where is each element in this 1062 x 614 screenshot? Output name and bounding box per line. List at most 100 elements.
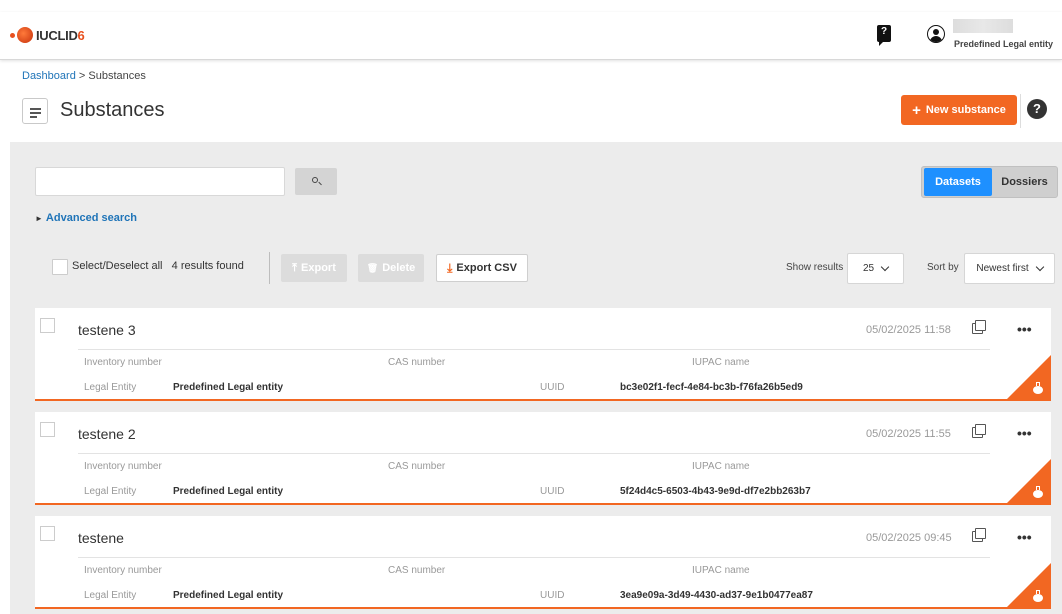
user-legal-entity: Predefined Legal entity — [954, 39, 1054, 49]
export-button[interactable]: ⤒ Export — [281, 254, 347, 282]
uuid-value: 3ea9e09a-3d49-4430-ad37-9e1b0477ea87 — [620, 590, 813, 601]
divider — [78, 349, 990, 350]
substance-type-corner — [1007, 563, 1051, 607]
legal-entity-value: Predefined Legal entity — [173, 382, 284, 393]
card-checkbox[interactable] — [40, 422, 55, 437]
show-results-label: Show results — [786, 262, 844, 273]
breadcrumb-dashboard-link[interactable]: Dashboard — [22, 70, 76, 82]
select-all-label: Select/Deselect all 4 results found — [72, 260, 244, 272]
more-options-icon[interactable]: ••• — [1017, 529, 1032, 545]
results-count: 4 results found — [171, 260, 244, 272]
iuclid-logo[interactable]: IUCLID 6 — [10, 21, 85, 49]
export-csv-button[interactable]: ⤓ Export CSV — [436, 254, 528, 282]
substance-card[interactable]: testene 2 05/02/2025 11:55 ••• Inventory… — [35, 412, 1051, 505]
open-in-new-icon[interactable] — [972, 320, 986, 334]
uuid-label: UUID — [540, 382, 565, 393]
delete-button[interactable]: 🗑 Delete — [358, 254, 424, 282]
substance-date: 05/02/2025 11:55 — [866, 428, 951, 440]
iupac-name-label: IUPAC name — [692, 357, 750, 368]
breadcrumb-current: Substances — [88, 70, 146, 82]
sort-by-select[interactable]: Newest first — [964, 253, 1055, 284]
substance-card[interactable]: testene 05/02/2025 09:45 ••• Inventory n… — [35, 516, 1051, 609]
export-csv-label: Export CSV — [456, 262, 517, 274]
menu-line — [30, 108, 41, 110]
inventory-number-label: Inventory number — [84, 461, 162, 472]
more-options-icon[interactable]: ••• — [1017, 425, 1032, 441]
substance-name[interactable]: testene — [78, 530, 124, 546]
user-avatar-head — [933, 29, 939, 35]
substance-type-corner — [1007, 459, 1051, 503]
trash-icon: 🗑 — [366, 262, 379, 273]
flask-icon — [1033, 486, 1043, 498]
advanced-search-link[interactable]: ► Advanced search — [35, 212, 137, 224]
search-input[interactable] — [35, 167, 285, 196]
new-substance-label: New substance — [925, 104, 1006, 116]
cas-number-label: CAS number — [388, 357, 446, 368]
legal-entity-value: Predefined Legal entity — [173, 590, 284, 601]
inventory-number-label: Inventory number — [84, 565, 162, 576]
divider — [269, 252, 270, 284]
top-bar: IUCLID 6 ? Predefined Legal entity — [0, 12, 1062, 60]
show-results-select[interactable]: 25 — [847, 253, 904, 284]
delete-label: Delete — [382, 262, 416, 274]
more-options-icon[interactable]: ••• — [1017, 321, 1032, 337]
select-all-text[interactable]: Select/Deselect all — [72, 260, 163, 272]
inventory-number-label: Inventory number — [84, 357, 162, 368]
substance-card[interactable]: testene 3 05/02/2025 11:58 ••• Inventory… — [35, 308, 1051, 401]
legal-entity-label: Legal Entity — [84, 382, 137, 393]
uuid-label: UUID — [540, 590, 565, 601]
help-chat-icon[interactable]: ? — [877, 25, 891, 46]
sort-by-label: Sort by — [927, 262, 959, 273]
logo-brand-text: IUCLID — [36, 27, 78, 43]
logo-brand-version: 6 — [77, 27, 85, 43]
iupac-name-label: IUPAC name — [692, 461, 750, 472]
help-icon[interactable]: ? — [1027, 99, 1047, 119]
user-name-redacted — [953, 19, 1013, 33]
legal-entity-label: Legal Entity — [84, 590, 137, 601]
breadcrumb-separator: > — [75, 70, 89, 82]
select-all-checkbox[interactable] — [52, 259, 68, 275]
legal-entity-label: Legal Entity — [84, 486, 137, 497]
substance-type-corner — [1007, 355, 1051, 399]
logo-dot-small — [10, 32, 15, 38]
uuid-value: bc3e02f1-fecf-4e84-bc3b-f76fa26b5ed9 — [620, 382, 803, 393]
flask-icon — [1033, 382, 1043, 394]
divider — [78, 557, 990, 558]
legal-entity-value: Predefined Legal entity — [173, 486, 284, 497]
sort-by-value: Newest first — [976, 263, 1029, 274]
page-title: Substances — [60, 99, 165, 121]
new-substance-button[interactable]: + New substance — [901, 95, 1017, 125]
show-results-value: 25 — [862, 263, 875, 274]
breadcrumb: Dashboard > Substances — [22, 70, 146, 82]
open-in-new-icon[interactable] — [972, 424, 986, 438]
open-in-new-icon[interactable] — [972, 528, 986, 542]
advanced-search-label: Advanced search — [45, 212, 138, 224]
chevron-down-icon — [1035, 262, 1044, 271]
uuid-value: 5f24d4c5-6503-4b43-9e9d-df7e2bb263b7 — [620, 486, 811, 497]
logo-dot-big — [17, 27, 33, 43]
substance-date: 05/02/2025 11:58 — [866, 324, 951, 336]
user-avatar-body — [930, 36, 942, 42]
divider — [78, 453, 990, 454]
plus-icon: + — [912, 101, 921, 119]
uuid-label: UUID — [540, 486, 565, 497]
dossiers-toggle-button[interactable]: Dossiers — [992, 176, 1057, 188]
menu-toggle-button[interactable] — [22, 98, 48, 124]
substance-name[interactable]: testene 3 — [78, 322, 136, 338]
menu-line — [30, 112, 41, 114]
search-button[interactable] — [295, 168, 337, 195]
cas-number-label: CAS number — [388, 461, 446, 472]
cas-number-label: CAS number — [388, 565, 446, 576]
user-avatar-icon[interactable] — [927, 25, 945, 43]
download-icon: ⤓ — [447, 260, 453, 275]
datasets-toggle-button[interactable]: Datasets — [924, 168, 992, 196]
expand-triangle-icon: ► — [35, 214, 43, 223]
divider — [1020, 94, 1021, 128]
substance-name[interactable]: testene 2 — [78, 426, 136, 442]
menu-line — [30, 116, 37, 118]
card-checkbox[interactable] — [40, 526, 55, 541]
chevron-down-icon — [880, 262, 890, 271]
substance-date: 05/02/2025 09:45 — [866, 532, 952, 544]
view-toggle: Datasets Dossiers — [921, 166, 1058, 198]
card-checkbox[interactable] — [40, 318, 55, 333]
